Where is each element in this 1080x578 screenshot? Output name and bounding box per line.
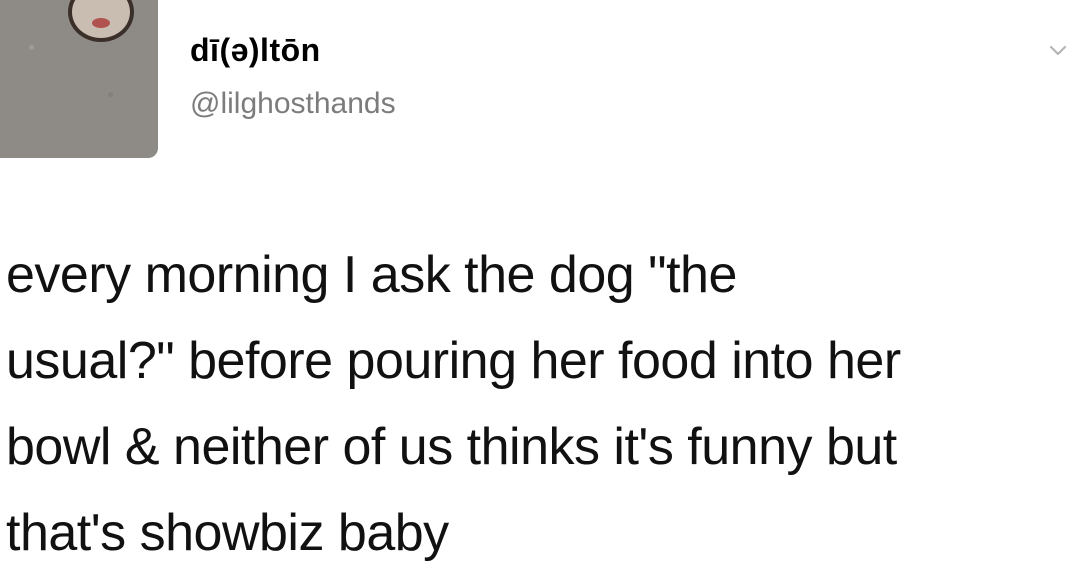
user-handle[interactable]: @lilghosthands [190,84,396,124]
chevron-down-icon[interactable] [1048,40,1068,60]
tweet-text-line: usual?" before pouring her food into her [6,332,901,390]
display-name[interactable]: dī(ə)ltōn [190,30,321,70]
tweet-text: every morning I ask the dog "the usual?"… [6,232,1076,576]
tweet-text-line: every morning I ask the dog "the [6,246,737,304]
tweet-text-line: that's showbiz baby [6,504,449,562]
tweet-card: dī(ə)ltōn @lilghosthands every morning I… [0,0,1080,578]
avatar[interactable] [0,0,158,158]
tweet-text-line: bowl & neither of us thinks it's funny b… [6,418,897,476]
avatar-lips [92,18,110,28]
